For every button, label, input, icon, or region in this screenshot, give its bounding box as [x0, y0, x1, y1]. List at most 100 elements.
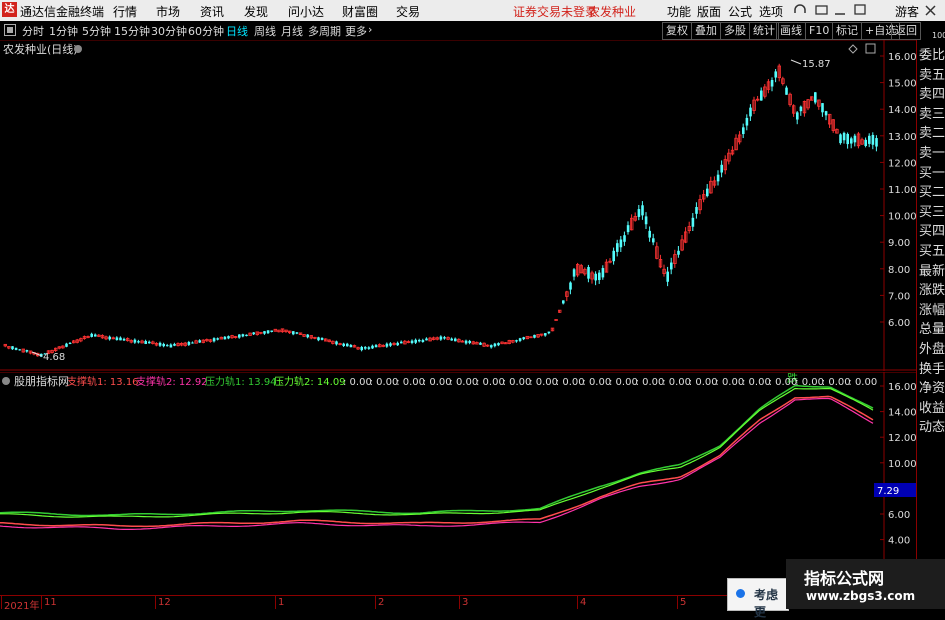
candle — [166, 345, 169, 347]
chevron-right-icon[interactable]: › — [368, 23, 372, 36]
menu-trade[interactable]: 交易 — [396, 3, 420, 20]
date-tick — [459, 596, 460, 609]
side-item[interactable]: 买二 — [919, 181, 945, 200]
period-minute[interactable]: 分时 — [22, 23, 44, 39]
message-icon[interactable] — [815, 5, 828, 15]
candle — [385, 343, 389, 347]
menu-market[interactable]: 市场 — [156, 3, 180, 20]
date-label: 1 — [278, 597, 285, 608]
candle — [25, 350, 29, 352]
date-tick — [577, 596, 578, 609]
candle — [518, 338, 522, 341]
candle — [187, 341, 191, 345]
candle — [18, 349, 21, 351]
menu-assistant[interactable]: 问小达 — [288, 3, 324, 20]
headset-icon[interactable] — [794, 4, 806, 13]
menu-function[interactable]: 功能 — [667, 3, 691, 20]
close-icon[interactable] — [924, 4, 938, 18]
side-item[interactable]: 卖四 — [919, 83, 945, 102]
statistics-button[interactable]: 统计 — [749, 22, 779, 40]
restore-rights-button[interactable]: 复权 — [662, 22, 692, 40]
candle — [144, 340, 147, 344]
back-button[interactable]: 返回 — [891, 22, 921, 40]
period-more[interactable]: 更多 — [345, 23, 367, 39]
date-tick — [41, 596, 42, 609]
side-item[interactable]: 涨跌 — [919, 279, 945, 298]
maximize-icon[interactable] — [854, 4, 866, 15]
candle — [670, 262, 673, 270]
indicator-zero-value: : 0.00 — [343, 377, 372, 388]
period-5min[interactable]: 5分钟 — [82, 23, 111, 39]
indicator-zero-value: : 0.00 — [769, 377, 798, 388]
toggle-panel-icon[interactable] — [4, 24, 16, 36]
menu-layout[interactable]: 版面 — [697, 3, 721, 20]
chart-title: 农发种业(日线) — [3, 42, 78, 56]
diamond-icon[interactable] — [848, 44, 858, 54]
menu-wealth[interactable]: 财富圈 — [342, 3, 378, 20]
date-label: 11 — [44, 597, 57, 608]
notification-popup[interactable]: 考虑更 — [727, 578, 789, 619]
candle — [14, 347, 18, 350]
f10-button[interactable]: F10 — [805, 22, 834, 40]
indicator-line — [0, 397, 874, 530]
candle — [587, 267, 590, 279]
side-item[interactable]: 总量 — [919, 318, 945, 337]
side-item[interactable]: 涨幅 — [919, 299, 945, 318]
period-30min[interactable]: 30分钟 — [151, 23, 187, 39]
period-weekly[interactable]: 周线 — [254, 23, 276, 39]
period-monthly[interactable]: 月线 — [281, 23, 303, 39]
menu-quotes[interactable]: 行情 — [113, 3, 137, 20]
period-multi[interactable]: 多周期 — [308, 23, 341, 39]
chart-title-dropdown-icon[interactable] — [74, 45, 82, 53]
menu-discover[interactable]: 发现 — [244, 3, 268, 20]
price-tick: 12.00 — [888, 158, 916, 169]
overlay-button[interactable]: 叠加 — [691, 22, 721, 40]
candle — [864, 139, 867, 146]
indicator-zero-value: : 0.00 — [689, 377, 718, 388]
side-item[interactable]: 动态 — [919, 416, 945, 435]
user-name[interactable]: 游客 — [895, 3, 919, 20]
candle — [464, 340, 468, 344]
side-item[interactable]: 外盘 — [919, 338, 945, 357]
side-item[interactable]: 卖三 — [919, 103, 945, 122]
indicator-chart[interactable]: 16.0014.0012.0010.008.006.004.00 7.29 跌 … — [0, 372, 916, 594]
menu-news[interactable]: 资讯 — [200, 3, 224, 20]
side-item[interactable]: 买一 — [919, 162, 945, 181]
menu-formula[interactable]: 公式 — [728, 3, 752, 20]
indicator-settings-icon[interactable] — [2, 377, 10, 385]
side-item[interactable]: 买四 — [919, 220, 945, 239]
menu-options[interactable]: 选项 — [759, 3, 783, 20]
indicator-axis: 16.0014.0012.0010.008.006.004.00 — [880, 382, 916, 547]
price-tick: 9.00 — [888, 238, 910, 249]
candle — [601, 268, 605, 278]
period-daily[interactable]: 日线 — [226, 23, 248, 39]
expand-icon[interactable] — [865, 43, 876, 54]
candle — [598, 272, 601, 280]
side-item[interactable]: 换手 — [919, 358, 945, 377]
indicator-legend: 支撑轨1: 13.16支撑轨2: 12.92压力轨1: 13.94压力轨2: 1… — [67, 375, 877, 388]
period-60min[interactable]: 60分钟 — [188, 23, 224, 39]
side-item[interactable]: 最新 — [919, 260, 945, 279]
side-item[interactable]: 净资 — [919, 377, 945, 396]
mark-button[interactable]: 标记 — [832, 22, 862, 40]
multi-stock-button[interactable]: 多股 — [720, 22, 750, 40]
side-item[interactable]: 委比 — [919, 44, 945, 63]
side-item[interactable]: 卖一 — [919, 142, 945, 161]
login-status[interactable]: 证券交易未登录 — [513, 3, 597, 20]
side-item[interactable]: 卖五 — [919, 64, 945, 83]
period-15min[interactable]: 15分钟 — [114, 23, 150, 39]
price-tick: 13.00 — [888, 132, 916, 143]
indicator-name[interactable]: 股朋指标网 — [14, 374, 69, 388]
price-tick: 8.00 — [888, 265, 910, 276]
side-item[interactable]: 买五 — [919, 240, 945, 259]
period-1min[interactable]: 1分钟 — [49, 23, 78, 39]
candle — [846, 133, 849, 145]
side-item[interactable]: 卖二 — [919, 122, 945, 141]
candle — [547, 331, 551, 334]
candle — [454, 338, 457, 342]
side-item[interactable]: 收益 — [919, 397, 945, 416]
draw-line-button[interactable]: 画线 — [776, 22, 806, 40]
candlestick-chart[interactable]: 16.00 15.00 14.00 13.00 12.00 11.00 10.00 9.00 8… — [0, 40, 916, 371]
side-item[interactable]: 买三 — [919, 201, 945, 220]
indicator-zero-value: : 0.00 — [636, 377, 665, 388]
